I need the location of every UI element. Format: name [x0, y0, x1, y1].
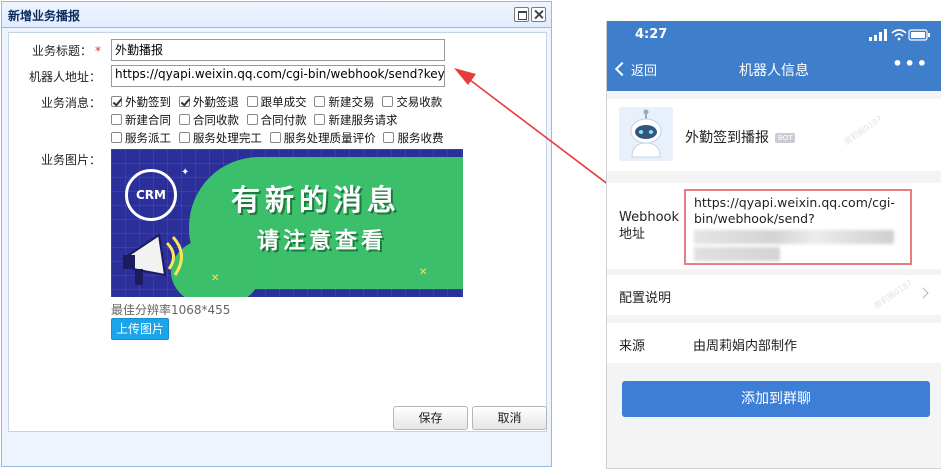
banner-headline: 有新的消息	[231, 183, 402, 217]
messages-row: 业务消息： 外勤签到 外勤签退 跟单成交 新建交易 交易收款 新建合同 合同收款…	[9, 92, 546, 148]
checkbox-empty-icon[interactable]	[269, 132, 281, 143]
required-mark: *	[95, 44, 101, 58]
dialog-title: 新增业务播报	[8, 9, 81, 23]
checkbox-new-transaction[interactable]: 新建交易	[314, 94, 374, 110]
checkbox-empty-icon[interactable]	[246, 96, 258, 107]
checkbox-empty-icon[interactable]	[111, 114, 122, 125]
status-icons	[869, 29, 930, 41]
watermark: 周莉娟0187	[842, 114, 884, 147]
robot-url-input[interactable]: https://qyapi.weixin.qq.com/cgi-bin/webh…	[111, 65, 445, 87]
add-to-group-button[interactable]: 添加到群聊	[622, 381, 930, 417]
checkbox-field-checkin[interactable]: 外勤签到	[111, 94, 171, 110]
title-input[interactable]: 外勤播报	[111, 39, 445, 61]
checkbox-empty-icon[interactable]	[314, 96, 326, 107]
checkbox-field-checkout[interactable]: 外勤签退	[178, 94, 239, 110]
checkbox-line-2: 新建合同 合同收款 合同付款 新建服务请求	[111, 112, 541, 128]
source-row: 来源 由周莉娟内部制作	[607, 323, 941, 363]
config-row[interactable]: 配置说明 周莉娟0187	[607, 275, 941, 315]
webhook-card: Webhook 地址 https://qyapi.weixin.qq.com/c…	[607, 183, 941, 269]
banner-image: CRM 有新的消息 请注意查看 ✕ ✕ ✦	[111, 149, 463, 297]
robot-url-label: 机器人地址：	[28, 70, 101, 84]
robot-icon	[619, 107, 673, 161]
chevron-right-icon	[917, 287, 929, 299]
redacted-key	[694, 247, 780, 261]
dialog-form: 业务标题： * 外勤播报 机器人地址： https://qyapi.weixin.…	[8, 32, 547, 432]
cancel-button[interactable]: 取消	[472, 406, 547, 430]
bot-card: 外勤签到播报 BOT 周莉娟0187	[607, 99, 941, 171]
robot-url-row: 机器人地址： https://qyapi.weixin.qq.com/cgi-b…	[9, 64, 546, 88]
checkbox-service-complete[interactable]: 服务处理完工	[178, 130, 262, 146]
checkbox-empty-icon[interactable]	[178, 132, 190, 143]
checkbox-empty-icon[interactable]	[383, 132, 395, 143]
checkbox-empty-icon[interactable]	[246, 114, 258, 125]
config-label: 配置说明	[619, 291, 672, 306]
banner-subline: 请注意查看	[257, 229, 388, 254]
message-checkbox-group: 外勤签到 外勤签退 跟单成交 新建交易 交易收款 新建合同 合同收款 合同付款 …	[111, 94, 541, 148]
screenshot-stage: 新增业务播报 业务标题： * 外勤播报 机器人地址： https://qyapi.…	[0, 0, 941, 470]
checkbox-contract-payment[interactable]: 合同付款	[246, 112, 307, 128]
watermark: 周莉娟0187	[872, 278, 914, 311]
resolution-hint: 最佳分辨率1068*455	[111, 303, 231, 317]
checkbox-line-1: 外勤签到 外勤签退 跟单成交 新建交易 交易收款	[111, 94, 541, 110]
messages-label: 业务消息：	[40, 96, 101, 110]
source-value: 由周莉娟内部制作	[693, 339, 798, 354]
sparkle-icon: ✦	[181, 167, 190, 178]
phone-header: 4:27 返回 机器人信息 •••	[607, 21, 941, 91]
checkbox-empty-icon[interactable]	[178, 114, 190, 125]
close-icon[interactable]	[531, 7, 546, 22]
webhook-url-text: https://qyapi.weixin.qq.com/cgi-bin/webh…	[694, 195, 895, 226]
checkbox-contract-receipt[interactable]: 合同收款	[178, 112, 239, 128]
image-label: 业务图片：	[40, 153, 101, 167]
checkbox-empty-icon[interactable]	[382, 96, 394, 107]
more-icon[interactable]: •••	[892, 54, 929, 73]
checkbox-transaction-payment[interactable]: 交易收款	[382, 94, 442, 110]
phone-screen: 4:27 返回 机器人信息 ••• 外勤签到播报 BOT 周莉娟0187 Web…	[606, 21, 941, 469]
sparkle-icon: ✕	[211, 273, 220, 284]
checkbox-empty-icon[interactable]	[111, 132, 122, 143]
bot-name: 外勤签到播报 BOT	[685, 127, 796, 147]
robot-avatar	[619, 107, 673, 161]
webhook-url-box[interactable]: https://qyapi.weixin.qq.com/cgi-bin/webh…	[684, 189, 912, 265]
dialog-titlebar: 新增业务播报	[2, 2, 551, 28]
source-label: 来源	[619, 339, 646, 354]
phone-title: 机器人信息	[739, 63, 809, 79]
sparkle-icon: ✕	[419, 267, 428, 278]
upload-image-button[interactable]: 上传图片	[111, 318, 169, 340]
crm-logo: CRM	[125, 169, 177, 221]
checkbox-service-quality[interactable]: 服务处理质量评价	[269, 130, 376, 146]
webhook-label: Webhook 地址	[619, 210, 680, 242]
title-label: 业务标题： *	[31, 44, 101, 58]
maximize-icon[interactable]	[514, 7, 529, 22]
megaphone-icon	[123, 233, 183, 285]
checkbox-checked-icon[interactable]	[178, 96, 190, 107]
title-row: 业务标题： * 外勤播报	[9, 38, 546, 62]
checkbox-new-contract[interactable]: 新建合同	[111, 112, 171, 128]
redacted-key	[694, 230, 894, 244]
new-broadcast-dialog: 新增业务播报 业务标题： * 外勤播报 机器人地址： https://qyapi.…	[1, 1, 552, 467]
checkbox-service-fee[interactable]: 服务收费	[383, 130, 443, 146]
checkbox-new-service-request[interactable]: 新建服务请求	[314, 112, 397, 128]
bot-badge: BOT	[775, 133, 796, 143]
checkbox-service-dispatch[interactable]: 服务派工	[111, 130, 171, 146]
checkbox-empty-icon[interactable]	[314, 114, 326, 125]
status-time: 4:27	[635, 27, 668, 42]
checkbox-deal-closed[interactable]: 跟单成交	[246, 94, 307, 110]
checkbox-line-3: 服务派工 服务处理完工 服务处理质量评价 服务收费	[111, 130, 541, 146]
save-button[interactable]: 保存	[393, 406, 468, 430]
checkbox-checked-icon[interactable]	[111, 96, 122, 107]
